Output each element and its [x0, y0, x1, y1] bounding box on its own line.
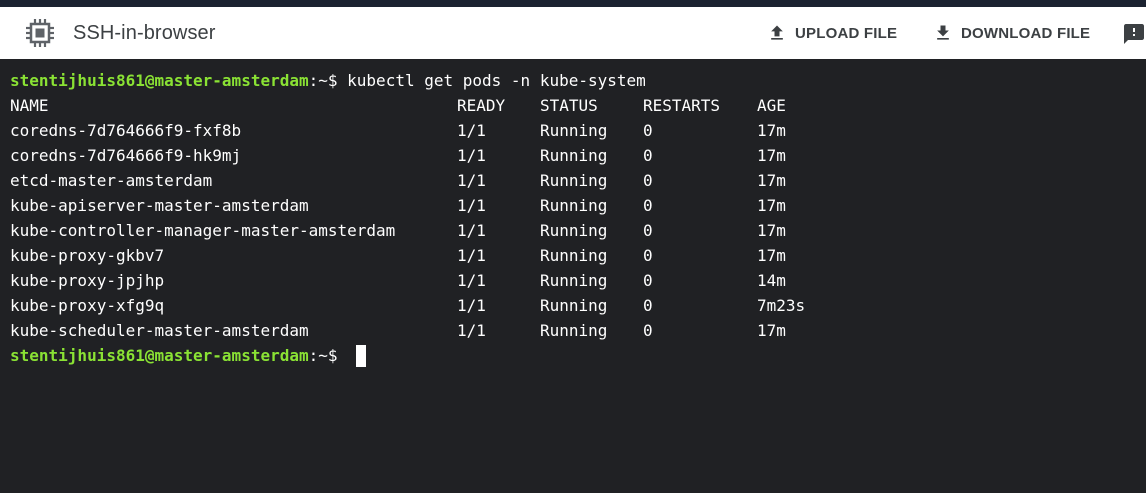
- download-icon: [937, 25, 949, 40]
- pod-restarts: 0: [643, 321, 653, 340]
- pod-restarts: 0: [643, 171, 653, 190]
- window-top-strip: [0, 0, 1146, 7]
- prompt-path: :~$: [308, 71, 348, 90]
- pod-status: Running: [540, 296, 608, 315]
- table-row: coredns-7d764666f9-fxf8b 1/1 Running 0 1…: [10, 118, 786, 143]
- pod-age: 7m23s: [757, 296, 806, 315]
- table-row: kube-apiserver-master-amsterdam 1/1 Runn…: [10, 193, 786, 218]
- pod-restarts: 0: [643, 121, 653, 140]
- pod-status: Running: [540, 321, 608, 340]
- prompt-user: stentijhuis861@master-amsterdam: [10, 346, 309, 365]
- pod-status: Running: [540, 196, 608, 215]
- chip-icon: [26, 19, 54, 47]
- terminal[interactable]: stentijhuis861@master-amsterdam:~$ kubec…: [0, 59, 1146, 413]
- pod-status: Running: [540, 146, 608, 165]
- feedback-icon[interactable]: [1122, 22, 1146, 46]
- table-header: NAME READY STATUS RESTARTS AGE: [10, 93, 786, 118]
- table-row: kube-controller-manager-master-amsterdam…: [10, 218, 786, 243]
- command-text: kubectl get pods -n kube-system: [347, 71, 646, 90]
- table-row: etcd-master-amsterdam 1/1 Running 0 17m: [10, 168, 786, 193]
- prompt-line[interactable]: stentijhuis861@master-amsterdam:~$: [10, 343, 367, 368]
- pod-name: kube-scheduler-master-amsterdam: [10, 321, 309, 340]
- pod-age: 17m: [757, 246, 786, 265]
- pod-ready: 1/1: [457, 121, 486, 140]
- pod-age: 17m: [757, 196, 786, 215]
- pod-status: Running: [540, 221, 608, 240]
- pod-age: 17m: [757, 121, 786, 140]
- app-title: SSH-in-browser: [73, 22, 216, 44]
- terminal-cursor: [356, 344, 367, 367]
- pod-restarts: 0: [643, 146, 653, 165]
- download-file-label: DOWNLOAD FILE: [961, 24, 1091, 42]
- pod-restarts: 0: [643, 196, 653, 215]
- pod-age: 17m: [757, 146, 786, 165]
- pod-restarts: 0: [643, 221, 653, 240]
- pod-name: coredns-7d764666f9-fxf8b: [10, 121, 242, 140]
- col-age: AGE: [757, 96, 786, 115]
- pod-name: coredns-7d764666f9-hk9mj: [10, 146, 242, 165]
- upload-file-label: UPLOAD FILE: [795, 24, 898, 42]
- pod-status: Running: [540, 121, 608, 140]
- pod-ready: 1/1: [457, 171, 486, 190]
- command-line: stentijhuis861@master-amsterdam:~$ kubec…: [10, 68, 646, 93]
- pod-name: kube-proxy-gkbv7: [10, 246, 165, 265]
- pod-ready: 1/1: [457, 296, 486, 315]
- table-row: kube-proxy-gkbv7 1/1 Running 0 17m: [10, 243, 786, 268]
- table-row: kube-proxy-jpjhp 1/1 Running 0 14m: [10, 268, 786, 293]
- pod-ready: 1/1: [457, 271, 486, 290]
- col-name: NAME: [10, 96, 49, 115]
- pod-ready: 1/1: [457, 221, 486, 240]
- pod-name: kube-proxy-jpjhp: [10, 271, 165, 290]
- pod-status: Running: [540, 171, 608, 190]
- pod-ready: 1/1: [457, 321, 486, 340]
- pod-status: Running: [540, 271, 608, 290]
- pod-ready: 1/1: [457, 146, 486, 165]
- pod-age: 17m: [757, 171, 786, 190]
- col-restarts: RESTARTS: [643, 96, 721, 115]
- download-file-button[interactable]: DOWNLOAD FILE: [933, 19, 1090, 47]
- col-ready: READY: [457, 96, 506, 115]
- prompt-path: :~$: [308, 346, 348, 365]
- pod-age: 14m: [757, 271, 786, 290]
- pod-restarts: 0: [643, 296, 653, 315]
- col-status: STATUS: [540, 96, 598, 115]
- pod-age: 17m: [757, 221, 786, 240]
- table-row: coredns-7d764666f9-hk9mj 1/1 Running 0 1…: [10, 143, 786, 168]
- table-row: kube-scheduler-master-amsterdam 1/1 Runn…: [10, 318, 786, 343]
- pod-name: kube-proxy-xfg9q: [10, 296, 165, 315]
- pod-ready: 1/1: [457, 246, 486, 265]
- table-row: kube-proxy-xfg9q 1/1 Running 0 7m23s: [10, 293, 805, 318]
- prompt-user: stentijhuis861@master-amsterdam: [10, 71, 309, 90]
- app-header: SSH-in-browser UPLOAD FILE DOWNLOAD FILE: [0, 7, 1146, 59]
- pod-restarts: 0: [643, 271, 653, 290]
- pod-name: kube-apiserver-master-amsterdam: [10, 196, 309, 215]
- upload-icon: [771, 25, 783, 40]
- pod-ready: 1/1: [457, 196, 486, 215]
- pod-status: Running: [540, 246, 608, 265]
- pod-name: kube-controller-manager-master-amsterdam: [10, 221, 396, 240]
- pod-name: etcd-master-amsterdam: [10, 171, 213, 190]
- pod-age: 17m: [757, 321, 786, 340]
- pod-restarts: 0: [643, 246, 653, 265]
- upload-file-button[interactable]: UPLOAD FILE: [767, 19, 897, 47]
